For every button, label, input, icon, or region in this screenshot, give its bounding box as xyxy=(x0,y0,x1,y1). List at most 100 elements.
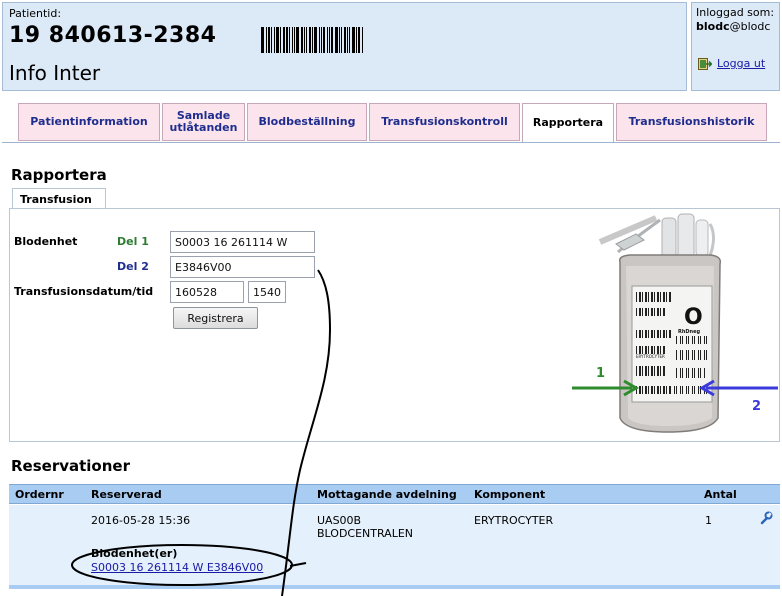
tab-samlade-utlatanden[interactable]: Samlade utlåtanden xyxy=(162,103,245,141)
col-avdelning[interactable]: Mottagande avdelning xyxy=(317,488,457,501)
bag-barcode-bar xyxy=(660,308,661,316)
col-reserverad[interactable]: Reserverad xyxy=(91,488,162,501)
bag-barcode-bar xyxy=(663,330,665,338)
bag-barcode-bar xyxy=(642,386,643,394)
bag-barcode-bar xyxy=(660,346,661,354)
barcode-bar xyxy=(314,27,317,53)
bag-barcode-bar xyxy=(654,346,655,354)
register-button[interactable]: Registrera xyxy=(173,307,258,329)
barcode-bar xyxy=(274,27,275,53)
barcode-bar xyxy=(289,27,290,53)
barcode-bar xyxy=(271,27,272,53)
col-ordernr[interactable]: Ordernr xyxy=(15,488,64,501)
bag-barcode-bar xyxy=(657,386,659,394)
bag-barcode-bar xyxy=(704,336,705,344)
bag-barcode-bar xyxy=(692,386,693,394)
bag-barcode-bar xyxy=(645,330,647,338)
cell-reserverad: 2016-05-28 15:36 xyxy=(91,514,191,527)
bag-barcode-bar xyxy=(663,346,665,354)
bag-barcode-bar xyxy=(648,386,649,394)
barcode-bar xyxy=(321,27,322,53)
barcode-bar xyxy=(309,27,311,53)
bag-barcode-bar xyxy=(706,336,707,344)
bag-barcode-bar xyxy=(704,350,705,360)
bag-barcode-bar xyxy=(669,330,671,338)
bag-barcode-bar xyxy=(651,366,653,376)
bag-barcode-bar xyxy=(657,292,659,302)
barcode-bar xyxy=(312,27,313,53)
barcode-bar xyxy=(339,27,340,53)
barcode-bar xyxy=(306,27,307,53)
patient-header: Patientid: 19 840613-2384 Info Inter xyxy=(2,2,687,91)
del1-input[interactable] xyxy=(170,231,315,253)
patient-id: 19 840613-2384 xyxy=(9,23,217,48)
bag-barcode-bar xyxy=(642,292,643,302)
bag-barcode-bar xyxy=(680,336,681,344)
bag-barcode-bar xyxy=(700,350,701,360)
tab-transfusionskontroll[interactable]: Transfusionskontroll xyxy=(369,103,520,141)
bag-barcode-bar xyxy=(686,386,687,394)
logout-link[interactable]: Logga ut xyxy=(717,57,765,70)
col-komponent[interactable]: Komponent xyxy=(474,488,545,501)
del1-label: Del 1 xyxy=(117,235,149,248)
cell-avdelning-code: UAS00B xyxy=(317,514,362,527)
del2-input[interactable] xyxy=(170,256,315,278)
bag-barcode-bar xyxy=(694,368,695,378)
bag-barcode-bar xyxy=(660,330,661,338)
tab-transfusionshistorik[interactable]: Transfusionshistorik xyxy=(616,103,767,141)
blodenhet-label: Blodenhet xyxy=(14,235,78,248)
subtab-transfusion[interactable]: Transfusion xyxy=(12,188,106,209)
barcode-bar xyxy=(283,27,285,53)
bag-barcode-bar xyxy=(686,336,687,344)
bag-barcode-bar xyxy=(657,346,659,354)
col-antal[interactable]: Antal xyxy=(704,488,737,501)
bag-barcode-bar xyxy=(642,346,643,354)
transfusion-date-input[interactable] xyxy=(170,281,244,303)
barcode-bar xyxy=(335,27,338,53)
bag-barcode-bar xyxy=(680,368,681,378)
bag-barcode-bar xyxy=(688,350,689,360)
wrench-icon[interactable] xyxy=(759,511,773,525)
tab-rapportera[interactable]: Rapportera xyxy=(522,103,614,143)
barcode-bar xyxy=(276,27,279,53)
patient-barcode xyxy=(261,27,373,53)
barcode-bar xyxy=(286,27,288,53)
transfusion-datetime-label: Transfusionsdatum/tid xyxy=(14,285,154,298)
bag-barcode-bar xyxy=(686,368,687,378)
logout-icon[interactable] xyxy=(698,58,712,70)
bag-barcode-bar xyxy=(648,292,649,302)
transfusion-time-input[interactable] xyxy=(248,281,286,303)
bag-barcode-bar xyxy=(654,308,655,316)
bag-barcode-bar xyxy=(651,386,653,394)
bag-barcode-bar xyxy=(648,330,649,338)
tab-patientinformation[interactable]: Patientinformation xyxy=(18,103,160,141)
bag-barcode-bar xyxy=(700,336,701,344)
bag-barcode-bar xyxy=(651,308,653,316)
bag-barcode-bar xyxy=(639,366,641,376)
bag-barcode-bar xyxy=(676,350,677,360)
bag-barcode-bar xyxy=(692,368,693,378)
bag-barcode-bar xyxy=(698,350,699,360)
bag-barcode-bar xyxy=(666,330,667,338)
blodenhet-link[interactable]: S0003 16 261114 W E3846V00 xyxy=(91,561,263,574)
bag-barcode-bar xyxy=(639,330,641,338)
barcode-bar xyxy=(304,27,305,53)
bag-barcode-bar xyxy=(657,366,659,376)
bag-barcode-bar xyxy=(666,292,667,302)
arrow-2-label: 2 xyxy=(752,399,761,414)
barcode-bar xyxy=(331,27,333,53)
bag-barcode-bar xyxy=(642,366,643,376)
bag-barcode-bar xyxy=(692,350,693,360)
bag-barcode-bar xyxy=(642,308,643,316)
bag-barcode-bar xyxy=(645,308,647,316)
user-panel: Inloggad som: blodc@blodc Logga ut xyxy=(691,2,780,91)
barcode-bar xyxy=(344,27,346,53)
bag-barcode-bar xyxy=(651,292,653,302)
bag-barcode-bar xyxy=(674,386,675,394)
tab-blodbestallning[interactable]: Blodbeställning xyxy=(247,103,367,141)
bag-barcode-bar xyxy=(636,366,637,376)
barcode-bar xyxy=(266,27,267,53)
logged-in-user-name: blodc xyxy=(696,20,730,33)
barcode-bar xyxy=(261,27,264,53)
table-row: 2016-05-28 15:36 UAS00B BLODCENTRALEN ER… xyxy=(9,505,780,585)
